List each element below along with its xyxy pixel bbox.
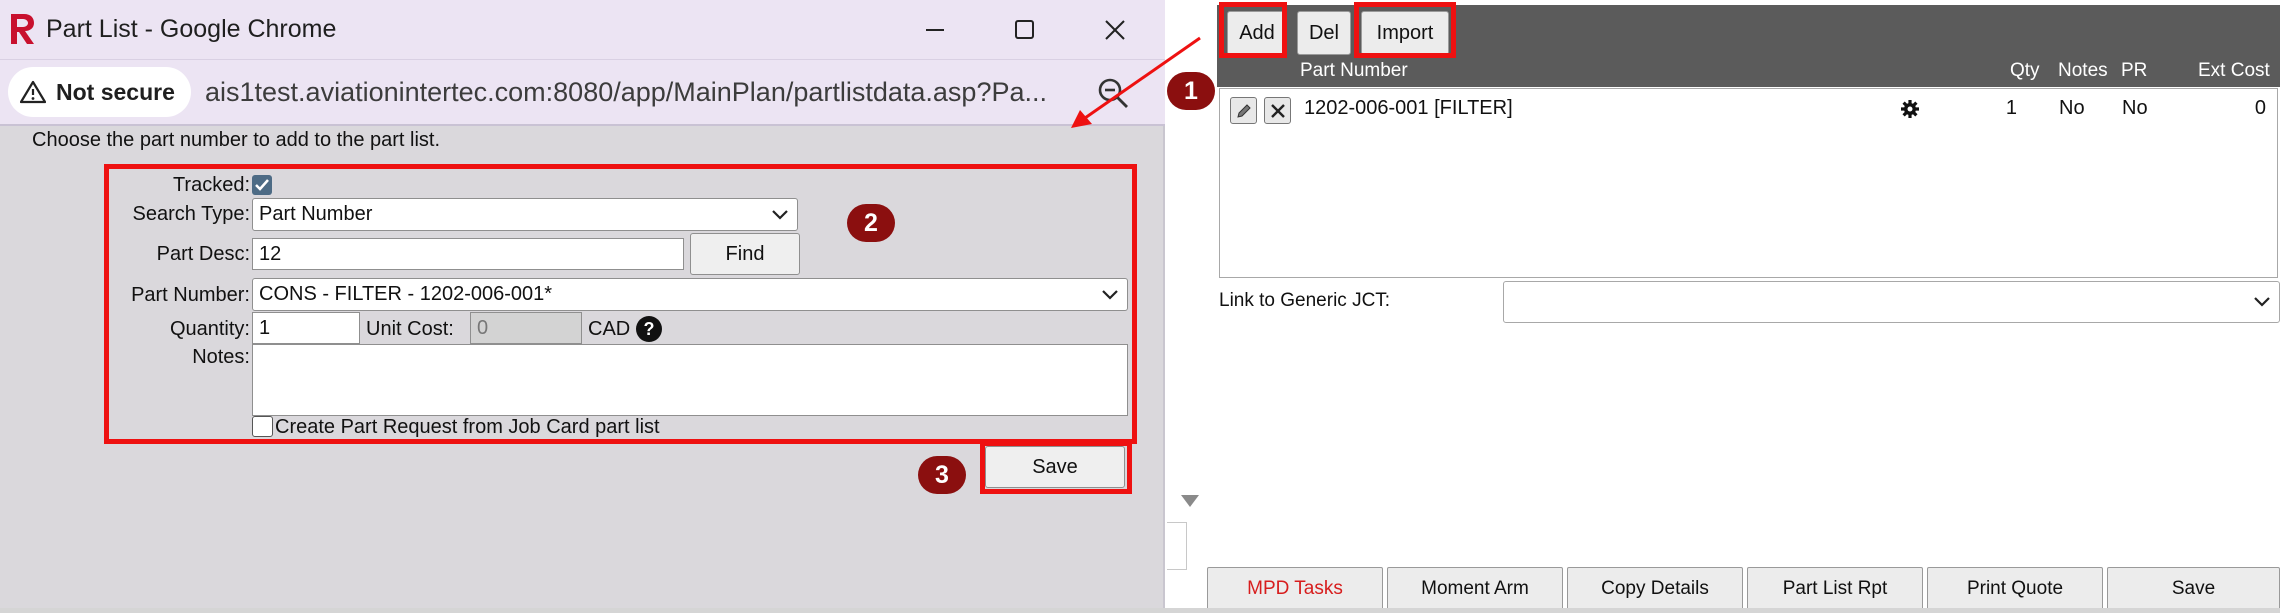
print-quote-button[interactable]: Print Quote bbox=[1927, 567, 2103, 611]
part-list-rpt-button[interactable]: Part List Rpt bbox=[1747, 567, 1923, 611]
address-bar: Not secure ais1test.aviationintertec.com… bbox=[0, 60, 1165, 126]
warning-icon bbox=[20, 80, 46, 104]
notes-cell: No bbox=[2059, 97, 2085, 119]
delete-button[interactable]: Del bbox=[1297, 11, 1351, 55]
footer-toolbar: MPD Tasks Moment Arm Copy Details Part L… bbox=[1207, 567, 2280, 613]
pr-cell: No bbox=[2122, 97, 2148, 119]
partial-input-edge bbox=[1167, 522, 1187, 570]
part-number-cell: 1202-006-001 [FILTER] bbox=[1304, 97, 1513, 119]
link-generic-jct-label: Link to Generic JCT: bbox=[1219, 290, 1391, 311]
security-label: Not secure bbox=[56, 78, 175, 105]
add-highlight-box bbox=[1219, 2, 1287, 58]
column-header-ext-cost[interactable]: Ext Cost bbox=[2198, 60, 2270, 82]
save-highlight-box bbox=[980, 441, 1132, 494]
zoom-out-icon[interactable] bbox=[1096, 76, 1130, 110]
pencil-icon bbox=[1236, 103, 1251, 118]
import-highlight-box bbox=[1354, 2, 1456, 58]
link-generic-jct-select[interactable] bbox=[1503, 281, 2280, 323]
column-header-pr[interactable]: PR bbox=[2121, 60, 2147, 82]
x-icon bbox=[1270, 103, 1285, 118]
form-highlight-box bbox=[104, 164, 1137, 444]
window-titlebar: Part List - Google Chrome bbox=[0, 0, 1165, 60]
mpd-tasks-button[interactable]: MPD Tasks bbox=[1207, 567, 1383, 611]
chevron-down-icon bbox=[2254, 297, 2270, 307]
maximize-button[interactable] bbox=[995, 10, 1055, 50]
chrome-popup-window: Part List - Google Chrome Not secure ais… bbox=[0, 0, 1165, 613]
grid-header: Part Number Qty Notes PR Ext Cost bbox=[1217, 57, 2280, 87]
maximize-icon bbox=[1015, 20, 1034, 39]
ext-cost-cell: 0 bbox=[2254, 97, 2266, 119]
delete-row-button[interactable] bbox=[1264, 97, 1291, 124]
scroll-down-arrow-icon[interactable] bbox=[1181, 495, 1199, 507]
column-header-notes[interactable]: Notes bbox=[2058, 60, 2108, 82]
qty-cell: 1 bbox=[2005, 97, 2017, 119]
table-row[interactable]: 1202-006-001 [FILTER] 1 No No 0 bbox=[1220, 89, 2277, 129]
copy-details-button[interactable]: Copy Details bbox=[1567, 567, 1743, 611]
step-badge-3: 3 bbox=[918, 456, 966, 494]
instructions-text: Choose the part number to add to the par… bbox=[32, 129, 441, 151]
save-part-list-button[interactable]: Save bbox=[2107, 567, 2280, 611]
step-badge-1: 1 bbox=[1167, 72, 1215, 110]
column-header-part-number[interactable]: Part Number bbox=[1300, 60, 1408, 82]
edit-row-button[interactable] bbox=[1230, 97, 1257, 124]
screen: Part List - Google Chrome Not secure ais… bbox=[0, 0, 2280, 613]
app-logo-icon bbox=[11, 14, 34, 44]
minimize-icon bbox=[926, 29, 944, 31]
part-list-grid: 1202-006-001 [FILTER] 1 No No 0 bbox=[1219, 88, 2278, 278]
column-header-qty[interactable]: Qty bbox=[2010, 60, 2040, 82]
security-chip[interactable]: Not secure bbox=[8, 67, 191, 117]
gear-icon[interactable] bbox=[1900, 99, 1920, 119]
close-icon bbox=[1105, 20, 1125, 40]
close-window-button[interactable] bbox=[1085, 10, 1145, 50]
minimize-button[interactable] bbox=[905, 10, 965, 50]
step-badge-2: 2 bbox=[847, 204, 895, 242]
bottom-border bbox=[0, 608, 2280, 613]
window-title: Part List - Google Chrome bbox=[46, 15, 337, 43]
moment-arm-button[interactable]: Moment Arm bbox=[1387, 567, 1563, 611]
part-list-panel: Add Del Import Part Number Qty Notes PR … bbox=[1167, 0, 2280, 613]
url-field[interactable]: ais1test.aviationintertec.com:8080/app/M… bbox=[205, 77, 1085, 108]
